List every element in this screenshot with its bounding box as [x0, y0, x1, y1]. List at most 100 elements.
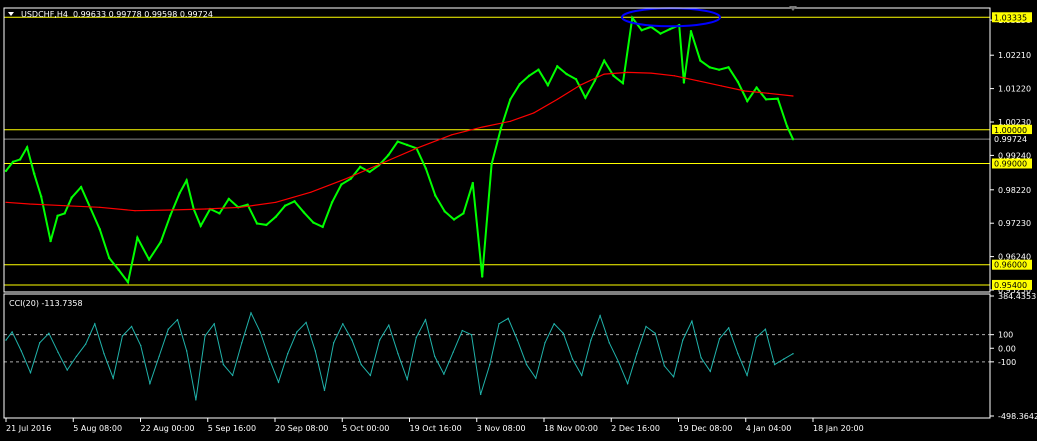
price-point: [462, 212, 465, 215]
cci-point: [29, 372, 32, 374]
price-tick-label: 0.97230: [998, 219, 1031, 228]
price-point: [79, 185, 83, 189]
cci-point: [507, 317, 509, 320]
ma-point: [580, 84, 582, 86]
cci-point: [213, 323, 215, 325]
level-price-label: 1.00000: [994, 126, 1027, 135]
price-point: [312, 221, 315, 224]
price-point: [70, 196, 73, 199]
time-tick-label: 22 Aug 00:00: [141, 424, 195, 433]
ma-point: [169, 209, 171, 211]
cci-point: [369, 374, 372, 377]
price-point: [98, 228, 102, 231]
ma-point: [345, 178, 347, 180]
ma-point: [99, 206, 101, 208]
ma-point: [204, 208, 206, 210]
cci-point: [378, 339, 381, 341]
cci-point: [241, 342, 243, 344]
price-point: [499, 126, 503, 130]
ma-point: [533, 112, 535, 114]
cci-point: [11, 331, 13, 333]
cci-point: [415, 336, 418, 339]
cci-point: [525, 363, 528, 366]
price-point: [593, 79, 596, 83]
time-tick-label: 3 Nov 08:00: [477, 424, 526, 433]
ma-point: [556, 98, 558, 100]
price-point: [283, 204, 287, 207]
cci-point: [158, 355, 160, 358]
cci-point: [5, 339, 7, 341]
cci-point: [259, 331, 261, 333]
price-tick-label: 0.98220: [998, 186, 1031, 195]
cci-label: CCI(20) -113.7358: [9, 299, 83, 308]
cci-point: [608, 342, 610, 344]
cci-point: [388, 324, 390, 326]
price-point: [727, 66, 730, 69]
cci-point: [792, 352, 794, 355]
time-tick-label: 19 Oct 16:00: [410, 424, 462, 433]
price-point: [584, 96, 587, 99]
price-point: [631, 16, 634, 19]
chart-background: [0, 0, 1037, 441]
ma-point: [792, 95, 794, 97]
ma-point: [744, 90, 746, 92]
price-point: [147, 258, 151, 261]
level-price-label: 0.95400: [994, 281, 1027, 290]
cci-point: [764, 328, 767, 330]
price-point: [63, 212, 66, 215]
price-point: [764, 98, 768, 101]
cci-point: [48, 332, 50, 335]
price-point: [518, 83, 521, 86]
cci-point: [250, 312, 252, 314]
price-point: [640, 29, 643, 32]
cci-point: [617, 361, 620, 363]
cci-point: [434, 355, 436, 358]
price-point: [199, 224, 202, 228]
cci-point: [709, 370, 712, 373]
price-point: [108, 256, 111, 260]
price-point: [25, 146, 29, 149]
cci-point: [645, 325, 647, 328]
cci-point: [424, 319, 427, 321]
cci-point: [268, 358, 271, 360]
cci-point: [700, 357, 702, 359]
time-tick-label: 21 Jul 2016: [6, 424, 51, 433]
price-point: [452, 218, 456, 221]
price-point: [368, 170, 371, 174]
price-point: [396, 140, 399, 143]
price-point: [136, 236, 139, 239]
level-price-label: 0.99000: [994, 159, 1027, 168]
price-point: [11, 160, 15, 164]
price-point: [49, 239, 52, 243]
price-point: [537, 68, 540, 71]
price-point: [255, 222, 259, 225]
ma-point: [650, 72, 652, 74]
cci-point: [305, 321, 307, 324]
cci-point: [470, 333, 473, 336]
cci-tick-label: -100: [998, 358, 1016, 367]
ma-point: [767, 92, 769, 94]
price-point: [659, 32, 662, 35]
price-point: [776, 97, 779, 100]
price-point: [387, 153, 390, 157]
price-point: [791, 138, 795, 141]
cci-point: [185, 350, 188, 352]
cci-point: [727, 327, 730, 329]
time-tick-label: 5 Sep 16:00: [208, 424, 256, 433]
cci-point: [332, 342, 335, 344]
ma-point: [673, 75, 676, 77]
cci-point: [571, 358, 574, 360]
price-point: [302, 211, 306, 214]
price-point: [126, 281, 130, 284]
price-point: [218, 212, 221, 215]
cci-point: [342, 323, 344, 325]
price-point: [546, 84, 550, 87]
level-price-label: 1.03335: [994, 13, 1027, 22]
header-ohlc: 0.99633 0.99778 0.99598 0.99724: [73, 10, 213, 19]
cci-point: [562, 332, 565, 335]
cci-point: [654, 332, 656, 335]
cci-point: [204, 335, 206, 337]
price-point: [612, 74, 615, 77]
cci-point: [167, 328, 169, 330]
price-point: [682, 81, 686, 84]
